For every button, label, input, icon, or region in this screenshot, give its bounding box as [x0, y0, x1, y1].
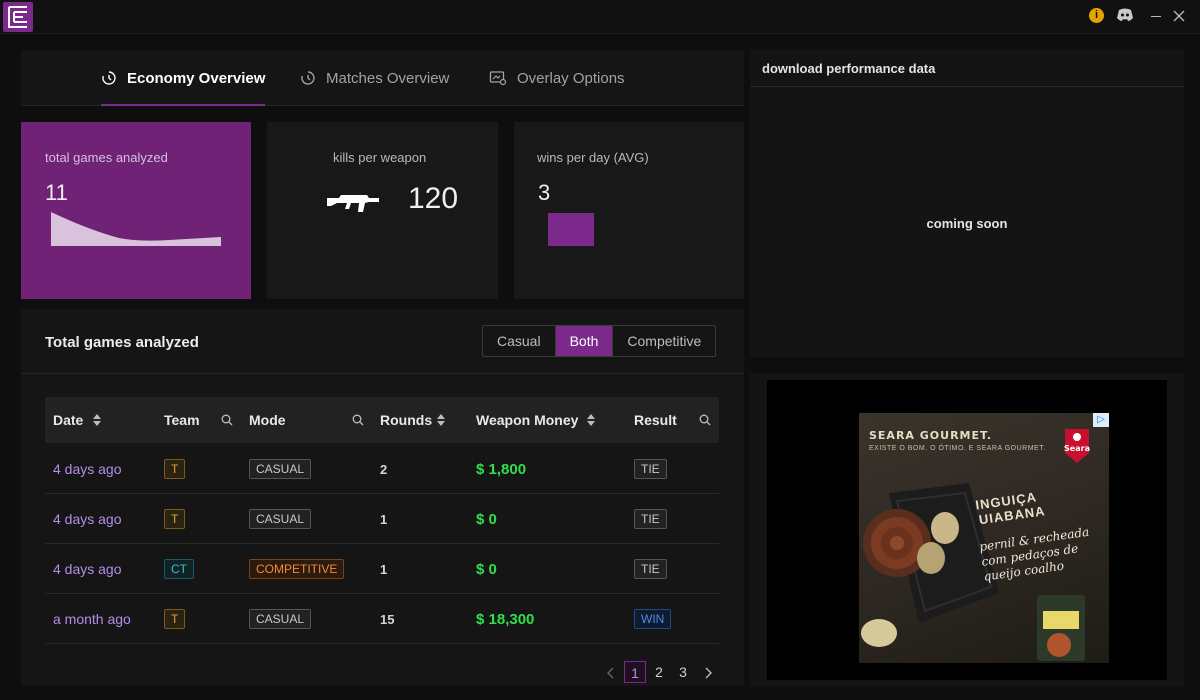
- table-row[interactable]: 4 days ago CT COMPETITIVE 1 $ 0 TIE: [45, 544, 719, 594]
- table-row[interactable]: 4 days ago T CASUAL 2 $ 1,800 TIE: [45, 444, 719, 494]
- money-cell: $ 0: [476, 560, 497, 578]
- ad-frame: ▷ SEARA GOURMET. EXISTE O BOM. O ÓTIMO. …: [767, 380, 1167, 680]
- page-1-button[interactable]: 1: [624, 661, 646, 683]
- ad-panel: ▷ SEARA GOURMET. EXISTE O BOM. O ÓTIMO. …: [750, 373, 1184, 686]
- brand-logo: Seara: [1061, 427, 1093, 467]
- result-badge: WIN: [634, 609, 672, 629]
- close-icon[interactable]: [1173, 9, 1185, 27]
- title-bar: i: [0, 0, 1200, 34]
- clock-icon: [101, 70, 117, 86]
- search-icon[interactable]: [699, 413, 711, 431]
- table-row[interactable]: 4 days ago T CASUAL 1 $ 0 TIE: [45, 494, 719, 544]
- tab-bar: Economy Overview Matches Overview Overla…: [21, 50, 744, 106]
- search-icon[interactable]: [352, 413, 364, 431]
- team-badge: T: [164, 609, 186, 629]
- money-cell: $ 18,300: [476, 610, 535, 628]
- result-badge: TIE: [634, 509, 667, 529]
- card-value: 3: [538, 180, 551, 205]
- rifle-icon: [325, 190, 383, 221]
- clock-icon: [300, 70, 316, 86]
- tab-economy-overview[interactable]: Economy Overview: [101, 50, 266, 106]
- filter-both-button[interactable]: Both: [555, 326, 614, 356]
- date-cell: 4 days ago: [53, 461, 122, 477]
- money-cell: $ 0: [476, 510, 497, 528]
- brand-logo-text: Seara: [1064, 444, 1090, 453]
- stat-card-kills: kills per weapon 120: [267, 122, 498, 299]
- column-weapon-money[interactable]: Weapon Money: [476, 397, 578, 443]
- column-result: Result: [634, 412, 677, 428]
- info-icon[interactable]: i: [1089, 8, 1104, 23]
- tab-matches-overview[interactable]: Matches Overview: [300, 50, 449, 106]
- minimize-icon[interactable]: [1151, 16, 1161, 17]
- table-header: Date Team Mode Rounds Weapon Money Resul…: [45, 397, 719, 443]
- team-badge: CT: [164, 559, 194, 579]
- search-icon[interactable]: [221, 413, 233, 431]
- mode-badge: COMPETITIVE: [249, 559, 345, 579]
- ad-tagline: EXISTE O BOM. O ÓTIMO. E SEARA GOURMET.: [869, 445, 1046, 452]
- filter-competitive-button[interactable]: Competitive: [613, 326, 715, 356]
- ad-brand: SEARA GOURMET.: [869, 429, 993, 442]
- card-title: total games analyzed: [45, 150, 168, 165]
- column-rounds[interactable]: Rounds: [380, 397, 432, 443]
- sparkline-chart: [51, 212, 221, 246]
- rounds-cell: 15: [380, 611, 395, 627]
- advertisement[interactable]: ▷ SEARA GOURMET. EXISTE O BOM. O ÓTIMO. …: [859, 413, 1109, 663]
- money-cell: $ 1,800: [476, 460, 527, 478]
- sort-icon[interactable]: [92, 413, 102, 432]
- mode-filter: Casual Both Competitive: [482, 325, 717, 357]
- sort-icon[interactable]: [586, 413, 596, 432]
- games-table-panel: Total games analyzed Casual Both Competi…: [21, 309, 744, 686]
- download-panel: download performance data coming soon: [750, 50, 1184, 357]
- status-text: coming soon: [926, 216, 1008, 231]
- stat-card-games: total games analyzed 11: [21, 122, 251, 299]
- table-row[interactable]: a month ago T CASUAL 15 $ 18,300 WIN: [45, 594, 719, 644]
- team-badge: T: [164, 459, 186, 479]
- panel-title: Total games analyzed: [45, 334, 199, 351]
- card-value: 11: [45, 180, 68, 205]
- card-value: 120: [408, 182, 459, 215]
- rounds-cell: 2: [380, 461, 388, 477]
- tab-label: Overlay Options: [517, 69, 625, 87]
- wins-bar: [548, 213, 594, 246]
- app-logo: [3, 2, 33, 32]
- rounds-cell: 1: [380, 561, 388, 577]
- panel-header: download performance data: [750, 50, 1184, 87]
- overlay-icon: [489, 70, 507, 86]
- page-2-button[interactable]: 2: [648, 661, 670, 683]
- column-team: Team: [164, 412, 200, 428]
- date-cell: a month ago: [53, 611, 131, 627]
- rounds-cell: 1: [380, 511, 388, 527]
- tab-label: Matches Overview: [326, 69, 450, 87]
- discord-icon[interactable]: [1116, 8, 1134, 27]
- team-badge: T: [164, 509, 186, 529]
- mode-badge: CASUAL: [249, 459, 312, 479]
- tab-label: Economy Overview: [127, 69, 266, 87]
- sort-icon[interactable]: [436, 413, 446, 432]
- date-cell: 4 days ago: [53, 561, 122, 577]
- result-badge: TIE: [634, 459, 667, 479]
- filter-casual-button[interactable]: Casual: [483, 326, 556, 356]
- next-page-icon[interactable]: [703, 666, 713, 684]
- page-3-button[interactable]: 3: [672, 661, 694, 683]
- stat-card-wins: wins per day (AVG) 3: [514, 122, 744, 299]
- card-title: kills per weapon: [333, 150, 427, 165]
- result-badge: TIE: [634, 559, 667, 579]
- divider: [21, 373, 744, 374]
- date-cell: 4 days ago: [53, 511, 122, 527]
- panel-title: download performance data: [762, 61, 936, 76]
- ad-choices-icon[interactable]: ▷: [1093, 413, 1109, 427]
- mode-badge: CASUAL: [249, 509, 312, 529]
- card-title: wins per day (AVG): [537, 150, 649, 165]
- prev-page-icon[interactable]: [606, 666, 616, 684]
- column-mode: Mode: [249, 412, 286, 428]
- mode-badge: CASUAL: [249, 609, 312, 629]
- column-date[interactable]: Date: [53, 397, 83, 443]
- tab-overlay-options[interactable]: Overlay Options: [489, 50, 625, 106]
